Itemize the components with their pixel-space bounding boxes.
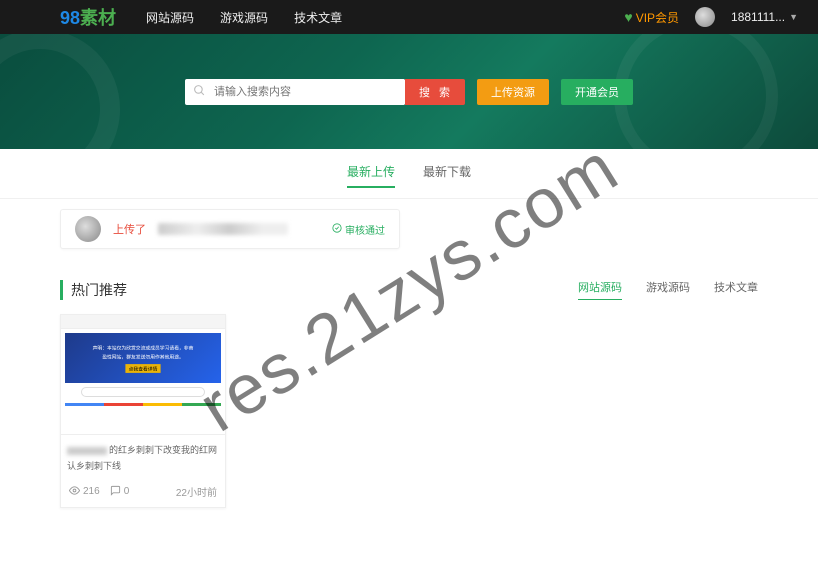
views-stat: 216 — [69, 485, 100, 499]
resource-card[interactable]: 声明：本站仅为欣赏交流或成员学习请看，非商 盈性网站，群友发送勿用作其他用途。 … — [60, 314, 226, 508]
status-text: 审核通过 — [345, 222, 385, 237]
activity-list: 上传了 审核通过 — [0, 199, 818, 279]
site-logo[interactable]: 98素材 — [60, 4, 116, 30]
content-tabs: 最新上传 最新下载 — [0, 149, 818, 199]
avatar — [75, 216, 101, 242]
upload-button[interactable]: 上传资源 — [477, 79, 549, 105]
card-title-row: 的红乡刺刺下改变我的红网认乡刺刺下线 — [61, 435, 225, 472]
filter-tab-website[interactable]: 网站源码 — [578, 279, 622, 300]
nav-link-website-source[interactable]: 网站源码 — [146, 9, 194, 26]
filter-tab-game[interactable]: 游戏源码 — [646, 279, 690, 300]
search-icon — [185, 84, 214, 100]
card-footer: 216 0 22小时前 — [61, 472, 225, 507]
tab-latest-upload[interactable]: 最新上传 — [347, 163, 395, 188]
activity-item[interactable]: 上传了 审核通过 — [60, 209, 400, 249]
user-nav: ♥ VIP会员 1881111... ▼ — [624, 7, 798, 27]
filter-tab-tech[interactable]: 技术文章 — [714, 279, 758, 300]
status-badge: 审核通过 — [332, 222, 385, 237]
logo-word: 素材 — [80, 8, 116, 28]
card-thumbnail: 声明：本站仅为欣赏交流或成员学习请看，非商 盈性网站，群友发送勿用作其他用途。 … — [61, 315, 225, 435]
vip-label: VIP会员 — [636, 9, 679, 26]
heart-icon: ♥ — [624, 9, 632, 25]
card-time: 22小时前 — [176, 484, 217, 499]
avatar[interactable] — [695, 7, 715, 27]
thumb-banner-button: 点我查看详情 — [125, 364, 160, 373]
search-button[interactable]: 搜 索 — [405, 79, 465, 105]
username-dropdown[interactable]: 1881111... ▼ — [731, 10, 798, 24]
tab-latest-download[interactable]: 最新下载 — [423, 163, 471, 188]
card-title: 的红乡刺刺下改变我的红网认乡刺刺下线 — [67, 445, 217, 471]
search-input[interactable] — [214, 79, 405, 105]
thumb-banner-text-1: 声明：本站仅为欣赏交流或成员学习请看，非商 — [93, 343, 194, 350]
vip-link[interactable]: ♥ VIP会员 — [624, 9, 679, 26]
views-count: 216 — [83, 486, 100, 497]
main-nav: 网站源码 游戏源码 技术文章 — [146, 9, 624, 26]
hero-banner: 搜 索 上传资源 开通会员 — [0, 34, 818, 149]
comments-stat: 0 — [110, 485, 130, 499]
open-member-button[interactable]: 开通会员 — [561, 79, 633, 105]
section-title: 热门推荐 — [60, 280, 127, 300]
search-box — [185, 79, 405, 105]
chevron-down-icon: ▼ — [789, 12, 798, 22]
comment-icon — [110, 485, 121, 499]
nav-link-game-source[interactable]: 游戏源码 — [220, 9, 268, 26]
nav-link-tech-articles[interactable]: 技术文章 — [294, 9, 342, 26]
section-filter-tabs: 网站源码 游戏源码 技术文章 — [578, 279, 758, 300]
logo-number: 98 — [60, 8, 80, 28]
eye-icon — [69, 485, 80, 499]
top-navbar: 98素材 网站源码 游戏源码 技术文章 ♥ VIP会员 1881111... ▼ — [0, 0, 818, 34]
search-row: 搜 索 上传资源 开通会员 — [185, 79, 633, 105]
check-circle-icon — [332, 223, 342, 236]
hot-recommend-section: 热门推荐 网站源码 游戏源码 技术文章 声明：本站仅为欣赏交流或成员学习请看，非… — [0, 279, 818, 538]
activity-title-blurred — [158, 223, 288, 235]
comments-count: 0 — [124, 486, 130, 497]
thumb-banner-text-2: 盈性网站，群友发送勿用作其他用途。 — [102, 352, 184, 359]
username-text: 1881111... — [731, 10, 785, 24]
section-header: 热门推荐 网站源码 游戏源码 技术文章 — [60, 279, 758, 300]
activity-action: 上传了 — [113, 221, 146, 237]
